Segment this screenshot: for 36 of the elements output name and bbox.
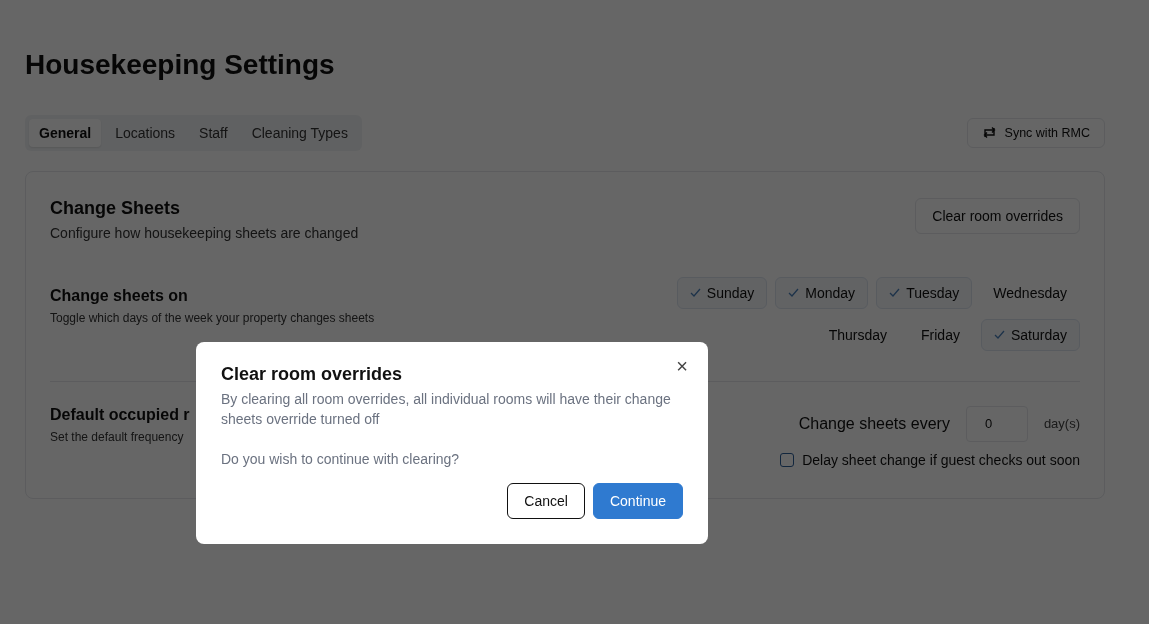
checkbox[interactable] [780, 452, 795, 467]
sync-icon [981, 126, 997, 140]
sync-button[interactable]: Sync with RMC [966, 117, 1105, 148]
day-toggle[interactable]: Thursday [815, 318, 901, 351]
dialog-message: By clearing all room overrides, all individual rooms will have their change sheets override turned off [221, 390, 672, 429]
card-title: Change Sheets [50, 197, 182, 219]
unit-label: day(s) [1043, 416, 1080, 432]
page-title: Housekeeping Settings [25, 50, 336, 81]
tab[interactable]: Locations [105, 118, 186, 147]
card-subtitle: Configure how housekeeping sheets are changed [50, 224, 359, 241]
check-icon [788, 288, 800, 298]
tab[interactable]: Staff [189, 118, 238, 147]
section-description: Set the default frequency [50, 429, 185, 444]
check-icon [993, 330, 1005, 340]
checkbox-label: Delay sheet change if guest checks out soon [802, 451, 1080, 468]
section-description: Toggle which days of the week your property changes sheets [50, 310, 375, 325]
days-input[interactable]: 0 [965, 405, 1028, 442]
check-icon [889, 288, 901, 298]
day-toggle[interactable]: Tuesday [876, 276, 973, 309]
dialog-question: Do you wish to continue with clearing? [221, 450, 461, 469]
section-title: Change sheets on [50, 286, 189, 305]
close-button[interactable]: × [672, 356, 692, 376]
section-title: Default occupied r [50, 405, 190, 424]
tab[interactable]: Cleaning Types [241, 118, 358, 147]
day-toggle[interactable]: Wednesday [980, 276, 1080, 309]
tab[interactable]: General [29, 118, 102, 147]
cancel-button[interactable]: Cancel [507, 483, 585, 519]
day-toggle[interactable]: Sunday [676, 276, 768, 309]
clear-overrides-button[interactable]: Clear room overrides [915, 197, 1080, 234]
day-toggle[interactable]: Friday [908, 318, 973, 351]
day-toggle[interactable]: Monday [775, 276, 869, 309]
field-label: Change sheets every [798, 414, 950, 433]
dialog-title: Clear room overrides [221, 364, 403, 385]
day-toggle[interactable]: Saturday [980, 318, 1080, 351]
continue-button[interactable]: Continue [592, 483, 683, 519]
check-icon [689, 288, 701, 298]
